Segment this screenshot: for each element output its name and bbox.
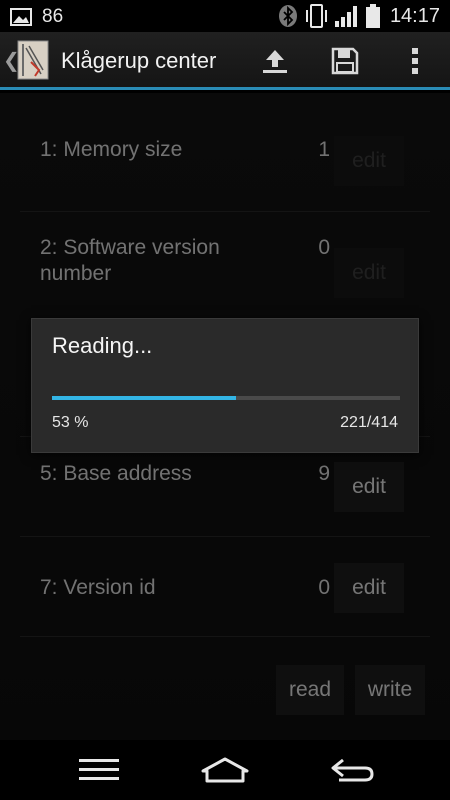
battery-icon <box>365 4 380 28</box>
progress-track <box>52 396 400 400</box>
progress-dialog: Reading... 53 % 221/414 <box>31 318 419 453</box>
status-bar: 86 14:17 <box>0 0 450 32</box>
home-icon <box>201 757 249 783</box>
back-icon <box>331 758 374 782</box>
upload-icon <box>263 50 287 73</box>
save-button[interactable] <box>325 42 365 80</box>
notification-count: 86 <box>42 6 64 27</box>
home-button[interactable] <box>195 752 255 788</box>
vibrate-icon <box>305 4 327 28</box>
bluetooth-icon <box>278 5 297 27</box>
overflow-menu-button[interactable] <box>395 42 435 80</box>
navigation-bar <box>0 740 450 800</box>
clock: 14:17 <box>389 4 440 27</box>
dialog-title: Reading... <box>52 333 153 358</box>
progress-percent: 53 % <box>52 414 89 431</box>
progress-count: 221/414 <box>340 414 398 431</box>
progress-fill <box>52 396 237 400</box>
signal-icon <box>334 6 357 27</box>
page-title: Klågerup center <box>61 48 217 73</box>
action-bar: ❮ Klågerup center <box>0 32 450 90</box>
menu-icon <box>79 759 119 780</box>
gallery-icon <box>10 8 32 26</box>
app-logo-icon[interactable] <box>17 40 49 80</box>
upload-button[interactable] <box>255 42 295 80</box>
save-icon <box>331 47 359 75</box>
overflow-menu-icon <box>412 48 418 74</box>
back-button[interactable] <box>322 752 382 788</box>
menu-button[interactable] <box>69 752 129 788</box>
